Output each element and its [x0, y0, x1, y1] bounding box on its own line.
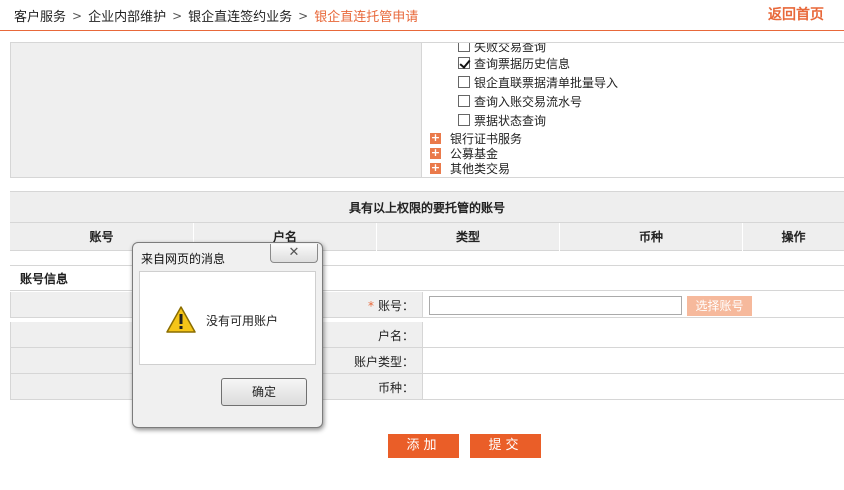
permission-label: 查询票据历史信息 [474, 56, 571, 71]
permission-label: 银企直联票据清单批量导入 [474, 75, 619, 90]
breadcrumb-separator: > [72, 8, 83, 23]
breadcrumb-item-signing-business[interactable]: 银企直连签约业务 [188, 6, 292, 25]
breadcrumb-item-internal-maintenance[interactable]: 企业内部维护 [88, 6, 166, 25]
column-header-currency: 币种 [559, 223, 742, 251]
tree-node-label: 其他类交易 [450, 161, 511, 176]
permission-checkbox-row[interactable]: 查询票据历史信息 [458, 54, 570, 72]
add-button[interactable]: 添加 [388, 434, 459, 458]
dialog-title: 来自网页的消息 [141, 252, 226, 266]
permission-checkbox[interactable] [458, 76, 470, 88]
dialog-message: 没有可用账户 [206, 314, 279, 328]
plus-expand-icon[interactable]: + [430, 147, 441, 159]
submit-button[interactable]: 提交 [470, 434, 541, 458]
header-bar: 客户服务 > 企业内部维护 > 银企直连签约业务 > 银企直连托管申请 返回首页 [0, 0, 844, 31]
permission-checkbox[interactable] [458, 95, 470, 107]
permission-checkbox-row[interactable]: 查询入账交易流水号 [458, 92, 582, 110]
breadcrumb-separator: > [298, 8, 309, 23]
form-label-name: 户名： [377, 329, 414, 343]
permission-checkbox[interactable] [458, 43, 470, 52]
permission-label: 查询入账交易流水号 [474, 94, 583, 109]
permission-checkbox-checked[interactable] [458, 57, 470, 69]
alert-dialog: 来自网页的消息 ✕ 没有可用账户 确定 [132, 242, 323, 428]
home-link[interactable]: 返回首页 [768, 4, 824, 24]
column-header-type: 类型 [376, 223, 559, 251]
permission-checkbox-row[interactable]: 银企直联票据清单批量导入 [458, 73, 618, 91]
accounts-table-title: 具有以上权限的要托管的账号 [10, 191, 844, 223]
permission-tree: 失败交易查询 查询票据历史信息 银企直联票据清单批量导入 查询入账交易流水号 票… [422, 42, 844, 178]
close-icon[interactable]: ✕ [270, 244, 318, 263]
account-label-text: 账号： [377, 299, 414, 313]
permission-label-cell [10, 42, 422, 178]
breadcrumb: 客户服务 > 企业内部维护 > 银企直连签约业务 > 银企直连托管申请 [14, 6, 419, 26]
form-label-account: * 账号： [368, 297, 414, 314]
permission-label: 票据状态查询 [474, 113, 547, 128]
breadcrumb-item-customer-service[interactable]: 客户服务 [14, 6, 66, 25]
form-label-account-type: 账户类型： [353, 355, 414, 369]
permission-checkbox-row[interactable]: 票据状态查询 [458, 111, 546, 129]
account-input[interactable] [429, 296, 682, 315]
warning-icon [166, 306, 196, 336]
plus-expand-icon[interactable]: + [430, 132, 441, 144]
dialog-body: 没有可用账户 [139, 271, 316, 365]
dialog-ok-button[interactable]: 确定 [221, 378, 307, 406]
permission-label: 失败交易查询 [474, 42, 547, 54]
permission-checkbox[interactable] [458, 114, 470, 126]
plus-expand-icon[interactable]: + [430, 162, 441, 174]
tree-node-other-trans[interactable]: + 其他类交易 [430, 160, 510, 176]
form-label-currency: 币种： [377, 381, 414, 395]
column-header-operation: 操作 [742, 223, 844, 251]
breadcrumb-item-current: 银企直连托管申请 [314, 10, 419, 25]
breadcrumb-separator: > [172, 8, 183, 23]
choose-account-button[interactable]: 选择账号 [687, 296, 752, 316]
required-mark: * [367, 299, 374, 313]
